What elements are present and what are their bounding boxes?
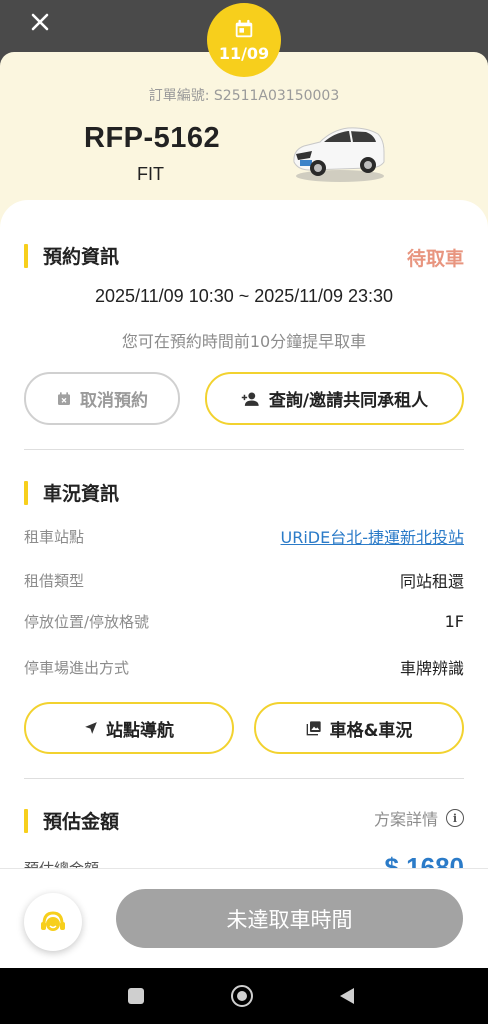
- spot-condition-label: 車格&車況: [329, 720, 413, 741]
- home-button[interactable]: [231, 985, 253, 1007]
- date-label: 11/09: [218, 43, 270, 63]
- bottom-action-bar: 未達取車時間: [0, 868, 488, 969]
- vehicle-title: 車況資訊: [43, 483, 120, 505]
- order-number: 訂單編號: S2511A03150003: [148, 88, 340, 104]
- calendar-icon: [235, 19, 253, 37]
- cancel-reservation-button[interactable]: 取消預約: [24, 372, 180, 425]
- entry-method-label: 停車場進出方式: [24, 658, 130, 677]
- customer-service-button[interactable]: [24, 893, 82, 951]
- close-button[interactable]: [24, 6, 56, 38]
- station-navigation-label: 站點導航: [106, 720, 174, 741]
- parking-spot-value: 1F: [444, 612, 464, 631]
- parking-spot-label: 停放位置/停放格號: [24, 613, 150, 631]
- person-add-icon: [241, 391, 261, 407]
- info-row-parking-spot: 停放位置/停放格號 1F: [24, 611, 464, 632]
- car-image: [293, 127, 385, 182]
- estimate-section-title: 預估金額: [24, 807, 119, 834]
- entry-method-value: 車牌辨識: [399, 659, 464, 678]
- info-icon: i: [446, 809, 464, 827]
- calendar-cancel-icon: [56, 391, 72, 407]
- cancel-reservation-label: 取消預約: [80, 391, 148, 411]
- station-navigation-button[interactable]: 站點導航: [24, 702, 234, 754]
- estimate-title: 預估金額: [43, 811, 120, 833]
- customer-service-icon: [41, 911, 65, 931]
- invite-co-renter-label: 查詢/邀請共同承租人: [268, 391, 429, 411]
- info-row-station: 租車站點 URiDE台北-捷運新北投站: [24, 524, 464, 548]
- reservation-period: 2025/11/09 10:30 ~ 2025/11/09 23:30: [94, 286, 394, 306]
- info-row-entry-method: 停車場進出方式 車牌辨識: [24, 655, 464, 679]
- car-model: FIT: [137, 164, 164, 184]
- rental-type-label: 租借類型: [24, 571, 85, 590]
- date-badge: 11/09: [207, 3, 281, 77]
- reservation-section-title: 預約資訊: [24, 242, 119, 269]
- photo-library-icon: [306, 720, 322, 736]
- estimated-total-value: $ 1680: [384, 854, 464, 868]
- info-row-rental-type: 租借類型 同站租還: [24, 568, 464, 592]
- station-link[interactable]: URiDE台北-捷運新北投站: [281, 524, 464, 548]
- back-button[interactable]: [338, 986, 356, 1006]
- recent-apps-button[interactable]: [128, 988, 144, 1004]
- navigation-arrow-icon: [84, 721, 98, 735]
- section-marker: [24, 480, 28, 505]
- divider: [24, 449, 464, 450]
- station-label: 租車站點: [24, 527, 85, 546]
- system-navigation-bar: [0, 968, 488, 1024]
- close-icon: [31, 13, 49, 31]
- booking-details-card[interactable]: 預約資訊 待取車 2025/11/09 10:30 ~ 2025/11/09 2…: [0, 200, 488, 868]
- plan-details-label: 方案詳情: [373, 810, 438, 829]
- plan-details-link[interactable]: 方案詳情 i: [374, 806, 464, 830]
- status-badge: 待取車: [406, 248, 464, 270]
- rental-type-value: 同站租還: [399, 572, 464, 591]
- invite-co-renter-button[interactable]: 查詢/邀請共同承租人: [205, 372, 464, 425]
- section-marker: [24, 243, 28, 268]
- section-marker: [24, 808, 28, 833]
- estimated-total-label: 預估總金額: [24, 858, 99, 868]
- reservation-title: 預約資訊: [43, 246, 120, 268]
- estimated-total-row[interactable]: 預估總金額 $ 1680: [24, 854, 464, 868]
- license-plate: RFP-5162: [84, 122, 221, 154]
- divider: [24, 778, 464, 779]
- pickup-button[interactable]: 未達取車時間: [116, 889, 463, 948]
- early-pickup-hint: 您可在預約時間前10分鐘提早取車: [121, 332, 367, 351]
- vehicle-section-title: 車況資訊: [24, 479, 119, 506]
- spot-condition-button[interactable]: 車格&車況: [254, 702, 464, 754]
